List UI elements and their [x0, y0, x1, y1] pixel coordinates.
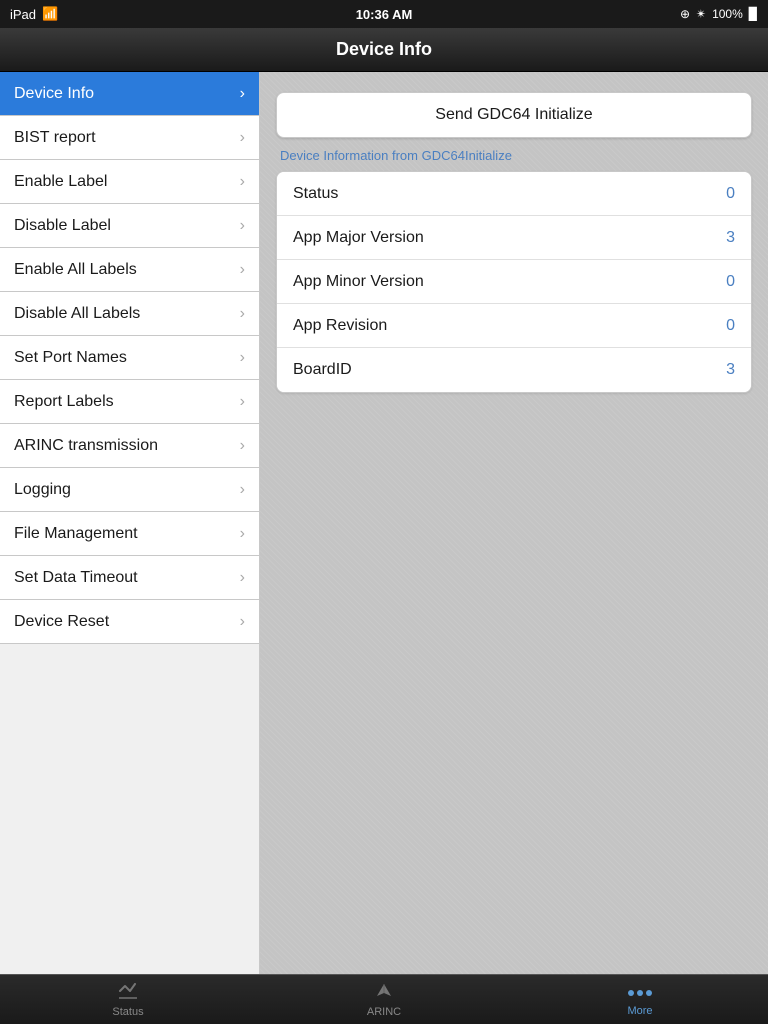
status-bar-left: iPad 📶 [10, 6, 58, 22]
table-row-status: Status 0 [277, 172, 751, 216]
chevron-icon-arinc-transmission: › [240, 437, 245, 455]
sidebar-item-set-data-timeout[interactable]: Set Data Timeout › [0, 556, 259, 600]
battery-icon: ▉ [749, 7, 758, 21]
table-row-boardid: BoardID 3 [277, 348, 751, 392]
sidebar-label-arinc-transmission: ARINC transmission [14, 437, 158, 455]
sidebar-label-logging: Logging [14, 481, 71, 499]
chevron-icon-file-management: › [240, 525, 245, 543]
sidebar-label-enable-all-labels: Enable All Labels [14, 261, 137, 279]
sidebar-label-file-management: File Management [14, 525, 138, 543]
bluetooth-icon: ✴ [696, 7, 706, 21]
sidebar-item-file-management[interactable]: File Management › [0, 512, 259, 556]
sidebar-label-set-data-timeout: Set Data Timeout [14, 569, 138, 587]
chevron-icon-enable-all-labels: › [240, 261, 245, 279]
status-bar-time: 10:36 AM [356, 7, 413, 22]
table-row-app-minor-version: App Minor Version 0 [277, 260, 751, 304]
sidebar-label-device-reset: Device Reset [14, 613, 109, 631]
boardid-value: 3 [726, 361, 735, 379]
chevron-icon-report-labels: › [240, 393, 245, 411]
device-info-table: Status 0 App Major Version 3 App Minor V… [276, 171, 752, 393]
sidebar-item-enable-label[interactable]: Enable Label › [0, 160, 259, 204]
sidebar-item-disable-label[interactable]: Disable Label › [0, 204, 259, 248]
status-bar: iPad 📶 10:36 AM ⊕ ✴ 100% ▉ [0, 0, 768, 28]
tab-status-label: Status [112, 1006, 143, 1018]
arinc-tab-icon [371, 982, 397, 1004]
chevron-icon-device-reset: › [240, 613, 245, 631]
chevron-icon-enable-label: › [240, 173, 245, 191]
app-revision-value: 0 [726, 317, 735, 335]
device-info-label: Device Information from GDC64Initialize [276, 138, 752, 171]
sidebar-label-disable-label: Disable Label [14, 217, 111, 235]
sidebar-item-set-port-names[interactable]: Set Port Names › [0, 336, 259, 380]
tab-more[interactable]: More [580, 983, 700, 1017]
app-major-version-label: App Major Version [293, 229, 424, 247]
wifi-icon: 📶 [42, 6, 58, 22]
table-row-app-major-version: App Major Version 3 [277, 216, 751, 260]
nav-title: Device Info [336, 39, 432, 60]
chevron-icon-logging: › [240, 481, 245, 499]
tab-arinc-label: ARINC [367, 1006, 401, 1018]
dot-1 [628, 990, 634, 996]
app-revision-label: App Revision [293, 317, 387, 335]
sidebar-label-disable-all-labels: Disable All Labels [14, 305, 140, 323]
chevron-icon-set-port-names: › [240, 349, 245, 367]
sidebar-item-device-info[interactable]: Device Info › [0, 72, 259, 116]
status-tab-icon [117, 982, 139, 1004]
nav-bar: Device Info [0, 28, 768, 72]
app-minor-version-label: App Minor Version [293, 273, 424, 291]
status-value: 0 [726, 185, 735, 203]
chevron-icon-bist-report: › [240, 129, 245, 147]
sidebar: Device Info › BIST report › Enable Label… [0, 72, 260, 974]
sidebar-item-enable-all-labels[interactable]: Enable All Labels › [0, 248, 259, 292]
send-gdc64-initialize-button[interactable]: Send GDC64 Initialize [276, 92, 752, 138]
chevron-icon-disable-all-labels: › [240, 305, 245, 323]
sidebar-label-bist-report: BIST report [14, 129, 96, 147]
sidebar-item-disable-all-labels[interactable]: Disable All Labels › [0, 292, 259, 336]
main-layout: Device Info › BIST report › Enable Label… [0, 72, 768, 974]
tab-bar: Status ARINC More [0, 974, 768, 1024]
chevron-icon-device-info: › [240, 85, 245, 103]
tab-more-label: More [627, 1005, 652, 1017]
sidebar-item-logging[interactable]: Logging › [0, 468, 259, 512]
dot-3 [646, 990, 652, 996]
sidebar-label-set-port-names: Set Port Names [14, 349, 127, 367]
lock-icon: ⊕ [680, 7, 690, 21]
more-tab-icon [628, 983, 652, 1003]
content-area: Send GDC64 Initialize Device Information… [260, 72, 768, 974]
app-major-version-value: 3 [726, 229, 735, 247]
tab-status[interactable]: Status [68, 982, 188, 1018]
app-minor-version-value: 0 [726, 273, 735, 291]
boardid-label: BoardID [293, 361, 352, 379]
sidebar-item-report-labels[interactable]: Report Labels › [0, 380, 259, 424]
status-bar-right: ⊕ ✴ 100% ▉ [680, 7, 758, 21]
tab-arinc[interactable]: ARINC [324, 982, 444, 1018]
battery-label: 100% [712, 7, 743, 21]
status-label: Status [293, 185, 338, 203]
sidebar-item-arinc-transmission[interactable]: ARINC transmission › [0, 424, 259, 468]
device-label: iPad [10, 7, 36, 22]
sidebar-label-report-labels: Report Labels [14, 393, 114, 411]
sidebar-item-device-reset[interactable]: Device Reset › [0, 600, 259, 644]
chevron-icon-disable-label: › [240, 217, 245, 235]
table-row-app-revision: App Revision 0 [277, 304, 751, 348]
sidebar-item-bist-report[interactable]: BIST report › [0, 116, 259, 160]
chevron-icon-set-data-timeout: › [240, 569, 245, 587]
dot-2 [637, 990, 643, 996]
sidebar-label-enable-label: Enable Label [14, 173, 107, 191]
sidebar-label-device-info: Device Info [14, 85, 94, 103]
